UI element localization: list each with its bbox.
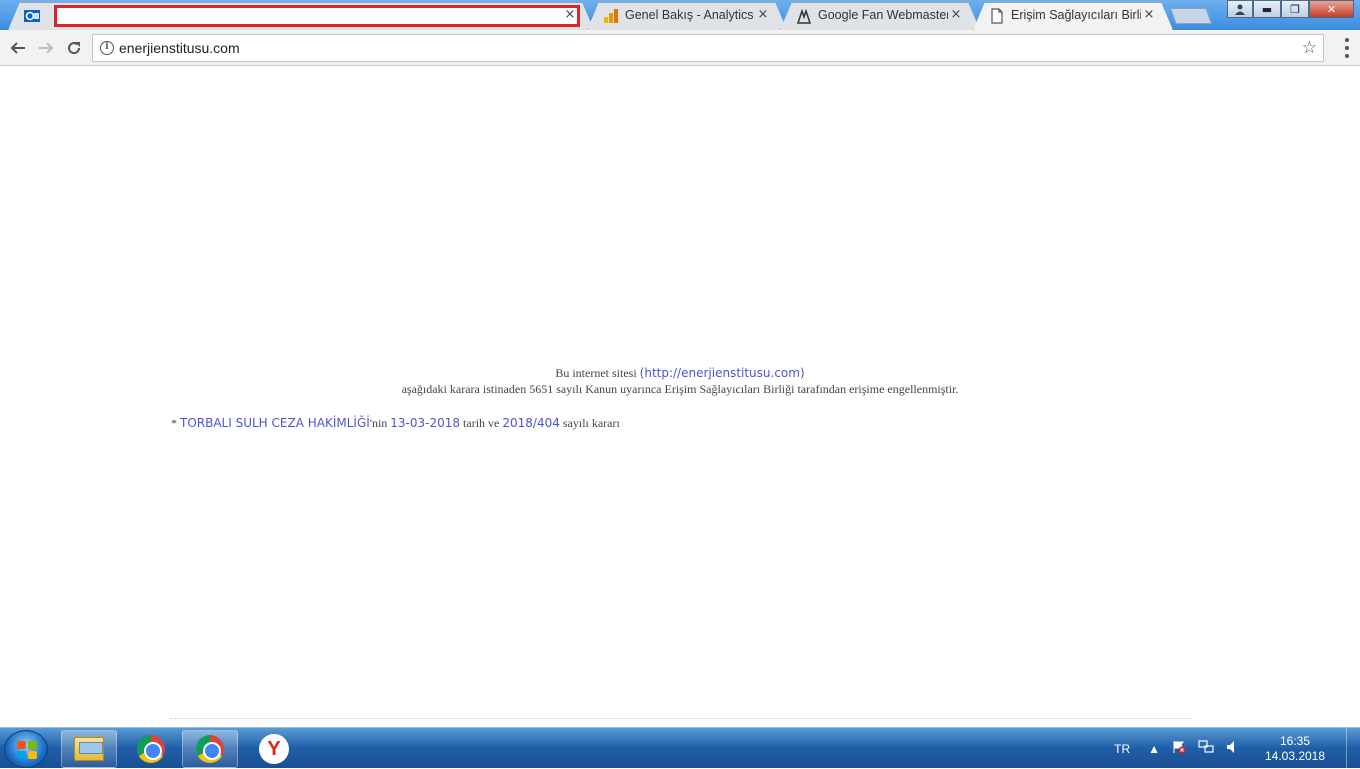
show-desktop-button[interactable] [1346, 728, 1360, 769]
clock-time: 16:35 [1279, 733, 1311, 748]
close-window-button[interactable]: ✕ [1309, 0, 1354, 18]
window-controls: ▬ ❐ ✕ [1227, 0, 1354, 20]
blocked-site-link[interactable]: (http://enerjienstitusu.com) [640, 366, 805, 380]
footer-divider [170, 718, 1192, 719]
tab-strip: × Genel Bakış - Analytics × Google Fan W… [0, 0, 1360, 30]
tab-close-icon[interactable]: × [755, 7, 771, 23]
taskbar-chrome-1[interactable] [123, 730, 179, 768]
address-url[interactable]: enerjienstitusu.com [119, 40, 240, 56]
tray-expand-icon[interactable]: ▲ [1148, 742, 1160, 756]
outlook-icon [24, 8, 40, 24]
windows-explorer-icon [74, 737, 104, 761]
chrome-icon [196, 735, 224, 763]
user-profile-icon[interactable] [1227, 0, 1253, 18]
decision-bullet: * [171, 416, 177, 430]
tab-close-icon[interactable]: × [948, 7, 964, 23]
decision-number-link[interactable]: 2018/404 [502, 416, 560, 430]
forward-arrow-icon[interactable] [34, 36, 58, 60]
court-decision: * TORBALI SULH CEZA HAKİMLİĞİ'nin 13-03-… [171, 416, 620, 431]
start-button[interactable] [4, 730, 48, 768]
browser-toolbar: i enerjienstitusu.com ☆ [0, 30, 1360, 66]
system-clock[interactable]: 16:35 14.03.2018 [1250, 734, 1340, 764]
taskbar-yandex[interactable]: Y [246, 730, 302, 768]
site-info-icon[interactable]: i [100, 41, 114, 55]
court-suffix: 'nin [369, 416, 388, 430]
date-suffix: tarih ve [463, 416, 500, 430]
page-content: Bu internet sitesi (http://enerjienstitu… [0, 67, 1360, 727]
maximize-button[interactable]: ❐ [1281, 0, 1309, 18]
windows-logo-icon [17, 741, 37, 759]
browser-menu-icon[interactable] [1344, 38, 1350, 58]
windows-taskbar: Y TR ▲ 16:35 14.03.2018 [0, 727, 1360, 769]
tab-webmaster[interactable]: Google Fan Webmaster F × [780, 2, 980, 30]
taskbar-chrome-2[interactable] [182, 730, 238, 768]
yandex-icon: Y [259, 734, 289, 764]
tab-outlook[interactable]: × [8, 2, 594, 30]
webmaster-icon [796, 8, 812, 24]
page-icon [989, 8, 1005, 24]
volume-icon[interactable] [1226, 740, 1238, 757]
system-tray: TR ▲ 16:35 14.03.2018 [1114, 728, 1360, 769]
taskbar-explorer[interactable] [61, 730, 117, 768]
tab-title: Google Fan Webmaster F [818, 8, 948, 22]
address-bar[interactable]: i enerjienstitusu.com ☆ [92, 34, 1324, 62]
notice-body: aşağıdaki karara istinaden 5651 sayılı K… [401, 382, 959, 396]
tab-close-icon[interactable]: × [1141, 7, 1157, 23]
tab-analytics[interactable]: Genel Bakış - Analytics × [587, 2, 787, 30]
number-suffix: sayılı kararı [562, 416, 620, 430]
new-tab-button[interactable] [1170, 8, 1212, 24]
network-icon[interactable] [1198, 740, 1214, 757]
block-notice: Bu internet sitesi (http://enerjienstitu… [0, 365, 1360, 397]
tab-active-erisim[interactable]: Erişim Sağlayıcıları Birliği × [973, 2, 1173, 30]
action-center-icon[interactable] [1172, 740, 1186, 757]
tab-title: Erişim Sağlayıcıları Birliği [1011, 8, 1141, 22]
notice-prefix: Bu internet sitesi [555, 366, 637, 380]
language-indicator[interactable]: TR [1114, 742, 1130, 756]
minimize-button[interactable]: ▬ [1253, 0, 1281, 18]
chrome-icon [137, 735, 165, 763]
clock-date: 14.03.2018 [1264, 748, 1326, 763]
tab-title: Genel Bakış - Analytics [625, 8, 754, 22]
analytics-icon [603, 8, 619, 24]
tab-close-icon[interactable]: × [562, 7, 578, 23]
reload-icon[interactable] [62, 36, 86, 60]
bookmark-star-icon[interactable]: ☆ [1302, 38, 1317, 58]
court-link[interactable]: TORBALI SULH CEZA HAKİMLİĞİ [180, 416, 370, 430]
redacted-tab-title [54, 5, 580, 27]
decision-date-link[interactable]: 13-03-2018 [390, 416, 460, 430]
back-arrow-icon[interactable] [6, 36, 30, 60]
